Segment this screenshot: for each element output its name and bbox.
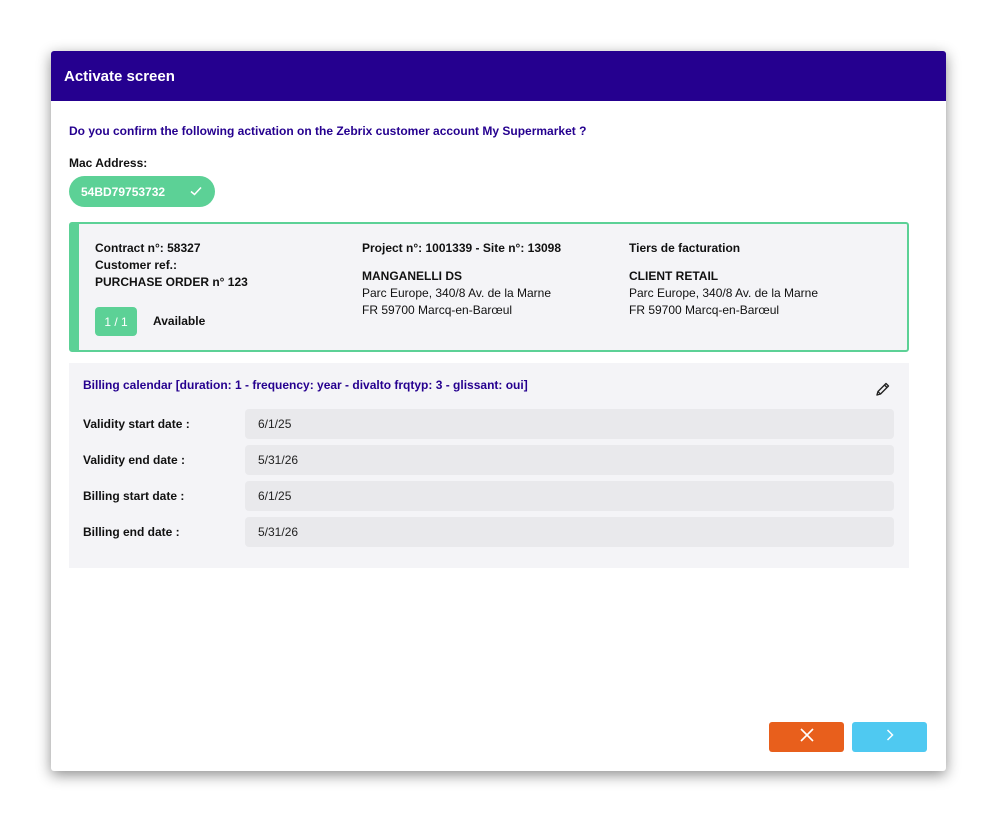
billing-address-line-1: Parc Europe, 340/8 Av. de la Marne xyxy=(629,286,819,300)
billing-address-line-2: FR 59700 Marcq-en-Barœul xyxy=(629,303,780,317)
cancel-button[interactable] xyxy=(769,722,844,752)
purchase-order: PURCHASE ORDER n° 123 xyxy=(95,275,248,289)
contract-number: Contract n°: 58327 xyxy=(95,241,201,255)
validity-end-field[interactable]: 5/31/26 xyxy=(245,445,894,475)
site-column: Project n°: 1001339 - Site n°: 13098 MAN… xyxy=(362,240,561,319)
mac-address-value: 54BD79753732 xyxy=(81,184,166,199)
validity-start-label: Validity start date : xyxy=(83,417,190,431)
billing-party-column: Tiers de facturation CLIENT RETAIL Parc … xyxy=(629,240,818,319)
validity-start-row: Validity start date : 6/1/25 xyxy=(83,409,894,439)
site-address-line-1: Parc Europe, 340/8 Av. de la Marne xyxy=(362,286,552,300)
pencil-icon[interactable] xyxy=(875,381,891,402)
validity-end-row: Validity end date : 5/31/26 xyxy=(83,445,894,475)
check-icon xyxy=(189,184,203,201)
validity-end-label: Validity end date : xyxy=(83,453,186,467)
billing-end-label: Billing end date : xyxy=(83,525,180,539)
billing-end-row: Billing end date : 5/31/26 xyxy=(83,517,894,547)
project-site-number: Project n°: 1001339 - Site n°: 13098 xyxy=(362,241,562,255)
licence-count-badge: 1 / 1 xyxy=(95,307,137,336)
mac-address-pill[interactable]: 54BD79753732 xyxy=(69,176,215,207)
billing-start-row: Billing start date : 6/1/25 xyxy=(83,481,894,511)
chevron-right-icon xyxy=(885,728,895,747)
site-name: MANGANELLI DS xyxy=(362,269,462,283)
close-icon xyxy=(799,727,814,747)
billing-start-label: Billing start date : xyxy=(83,489,185,503)
billing-party-name: CLIENT RETAIL xyxy=(629,269,719,283)
next-button[interactable] xyxy=(852,722,927,752)
availability-status: Available xyxy=(153,314,206,328)
activate-screen-dialog: Activate screen Do you confirm the follo… xyxy=(51,51,946,771)
billing-calendar-panel: Billing calendar [duration: 1 - frequenc… xyxy=(69,363,909,568)
dialog-header: Activate screen xyxy=(51,51,946,101)
billing-end-field[interactable]: 5/31/26 xyxy=(245,517,894,547)
billing-start-field[interactable]: 6/1/25 xyxy=(245,481,894,511)
billing-calendar-title: Billing calendar [duration: 1 - frequenc… xyxy=(83,378,528,392)
validity-start-field[interactable]: 6/1/25 xyxy=(245,409,894,439)
mac-address-label: Mac Address: xyxy=(69,156,148,170)
customer-ref-label: Customer ref.: xyxy=(95,258,178,272)
confirmation-question: Do you confirm the following activation … xyxy=(69,124,587,138)
dialog-title: Activate screen xyxy=(64,67,175,85)
contract-card[interactable]: Contract n°: 58327 Customer ref.: PURCHA… xyxy=(69,222,909,352)
billing-party-label: Tiers de facturation xyxy=(629,241,741,255)
contract-column: Contract n°: 58327 Customer ref.: PURCHA… xyxy=(95,240,248,291)
site-address-line-2: FR 59700 Marcq-en-Barœul xyxy=(362,303,513,317)
